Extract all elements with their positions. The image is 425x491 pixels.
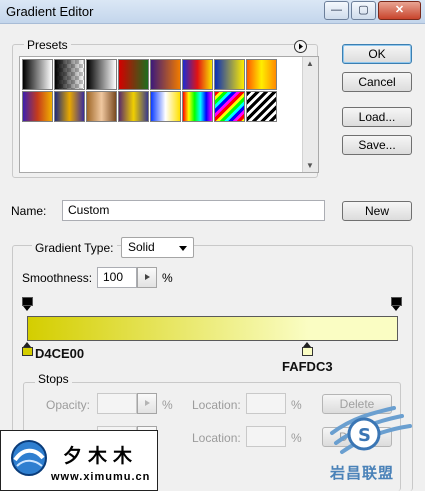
preset-swatch[interactable] — [214, 91, 245, 122]
opacity-location-field[interactable] — [246, 393, 286, 414]
preset-swatch[interactable] — [22, 91, 53, 122]
preset-swatch[interactable] — [54, 59, 85, 90]
preset-swatch[interactable] — [182, 91, 213, 122]
name-label: Name: — [11, 204, 47, 218]
smoothness-label: Smoothness: — [22, 271, 93, 285]
color-location-label: Location: — [192, 431, 241, 445]
chevron-down-icon — [179, 246, 187, 251]
color-stop-left-label: D4CE00 — [35, 346, 85, 361]
presets-label: Presets — [24, 38, 71, 52]
color-stop-left[interactable] — [22, 342, 33, 357]
presets-scrollbar[interactable]: ▲ ▼ — [302, 57, 318, 172]
presets-list[interactable]: ▲ ▼ — [19, 56, 319, 173]
title-bar: Gradient Editor — ▢ ✕ — [0, 0, 425, 24]
opacity-field[interactable] — [97, 393, 137, 414]
opacity-stop-right[interactable] — [391, 297, 402, 311]
preset-swatch[interactable] — [118, 59, 149, 90]
preset-swatch[interactable] — [22, 59, 53, 90]
triangle-right-icon — [145, 400, 150, 406]
opacity-location-label: Location: — [192, 398, 241, 412]
preset-swatch[interactable] — [182, 59, 213, 90]
stops-label: Stops — [35, 372, 72, 386]
color-stop-right[interactable] — [302, 342, 313, 357]
smoothness-unit: % — [162, 271, 173, 285]
triangle-right-icon — [145, 274, 150, 280]
preset-swatch[interactable] — [214, 59, 245, 90]
close-button[interactable]: ✕ — [378, 1, 421, 20]
preset-swatch[interactable] — [246, 91, 277, 122]
preset-swatch[interactable] — [118, 91, 149, 122]
preset-swatch[interactable] — [86, 91, 117, 122]
smoothness-stepper[interactable] — [137, 267, 157, 288]
color-location-unit: % — [291, 431, 302, 445]
scroll-down-icon[interactable]: ▼ — [306, 161, 314, 170]
preset-swatch[interactable] — [150, 59, 181, 90]
watermark-site-name: 岩昌联盟 — [330, 465, 395, 482]
window-title: Gradient Editor — [6, 4, 94, 19]
preset-swatch[interactable] — [150, 91, 181, 122]
svg-text:S: S — [358, 425, 371, 446]
watermark-chinese-text: 夕木木 — [63, 445, 139, 467]
opacity-location-unit: % — [291, 398, 302, 412]
smoothness-field[interactable]: 100 — [97, 267, 137, 288]
watermark-ximumu: 夕木木 www.ximumu.cn — [0, 430, 158, 491]
new-button[interactable]: New — [342, 201, 412, 221]
gradient-preview-bar[interactable] — [27, 316, 398, 341]
cancel-button[interactable]: Cancel — [342, 72, 412, 92]
watermark-url: www.ximumu.cn — [51, 471, 151, 483]
name-field[interactable]: Custom — [62, 200, 325, 221]
preset-swatch[interactable] — [86, 59, 117, 90]
circle-arrow-right-icon — [299, 43, 303, 50]
opacity-stop-left[interactable] — [22, 297, 33, 311]
globe-logo-icon — [11, 440, 47, 476]
minimize-button[interactable]: — — [324, 1, 349, 20]
opacity-stepper[interactable] — [137, 393, 157, 414]
presets-menu-button[interactable] — [294, 40, 307, 53]
restore-button[interactable]: ▢ — [351, 1, 376, 20]
preset-swatch[interactable] — [54, 91, 85, 122]
color-stop-right-label: FAFDC3 — [282, 359, 333, 374]
load-button[interactable]: Load... — [342, 107, 412, 127]
preset-swatch[interactable] — [246, 59, 277, 90]
opacity-unit: % — [162, 398, 173, 412]
scroll-up-icon[interactable]: ▲ — [306, 59, 314, 68]
save-button[interactable]: Save... — [342, 135, 412, 155]
ok-button[interactable]: OK — [342, 44, 412, 64]
color-location-field[interactable] — [246, 426, 286, 447]
gradient-type-select[interactable]: Solid — [121, 237, 194, 258]
gradient-type-label: Gradient Type: — [32, 241, 117, 255]
opacity-label: Opacity: — [46, 398, 91, 412]
gradient-type-value: Solid — [128, 240, 155, 254]
